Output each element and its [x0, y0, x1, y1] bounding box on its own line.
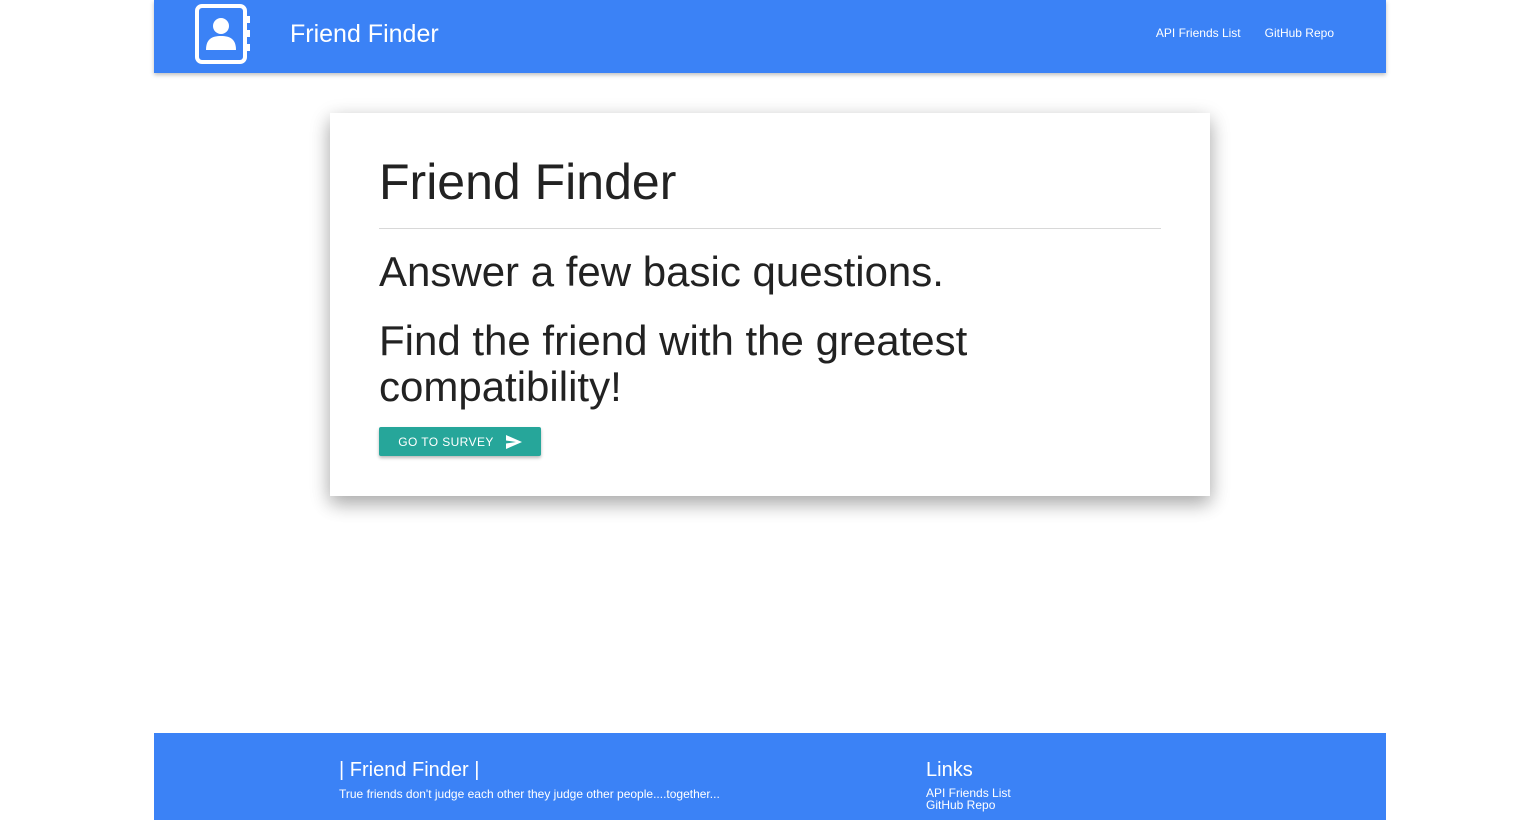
footer-tagline: True friends don't judge each other they… — [339, 787, 720, 801]
nav-link-github-repo[interactable]: GitHub Repo — [1265, 25, 1334, 41]
nav-link-api-friends-list[interactable]: API Friends List — [1156, 25, 1241, 41]
hero-line-compatibility: Find the friend with the greatest compat… — [379, 317, 968, 410]
go-to-survey-label: GO TO SURVEY — [398, 434, 494, 449]
hero-line-questions: Answer a few basic questions. — [379, 248, 944, 295]
divider — [379, 228, 1161, 229]
footer-links: API Friends List GitHub Repo — [926, 787, 1011, 811]
hero-title: Friend Finder — [379, 154, 677, 210]
address-book-icon[interactable] — [194, 3, 252, 65]
hero-card: Friend Finder Answer a few basic questio… — [330, 113, 1210, 496]
footer-link-github-repo[interactable]: GitHub Repo — [926, 799, 1011, 811]
send-icon — [505, 434, 522, 449]
footer: | Friend Finder | True friends don't jud… — [154, 733, 1386, 820]
footer-title: | Friend Finder | — [339, 759, 480, 781]
navbar: Friend Finder API Friends List GitHub Re… — [154, 0, 1386, 73]
nav-links: API Friends List GitHub Repo — [1156, 25, 1334, 41]
go-to-survey-button[interactable]: GO TO SURVEY — [379, 427, 541, 456]
brand-title[interactable]: Friend Finder — [290, 18, 439, 50]
footer-links-title: Links — [926, 759, 973, 781]
